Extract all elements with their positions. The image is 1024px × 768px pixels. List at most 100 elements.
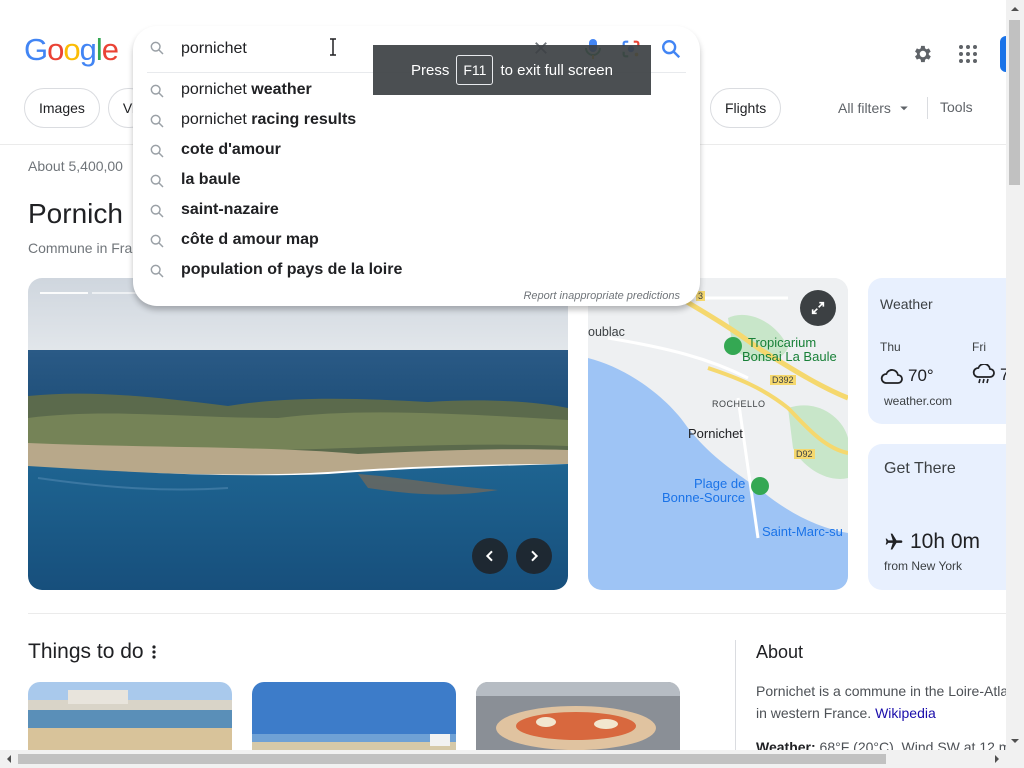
fullscreen-exit-toast: Press F11 to exit full screen	[373, 45, 651, 95]
suggestion-bold: la baule	[181, 171, 241, 188]
get-there-origin: from New York	[884, 559, 963, 573]
suggestion-text: cote d'amour	[181, 141, 281, 159]
search-icon	[150, 41, 164, 55]
vertical-scroll-thumb[interactable]	[1009, 20, 1020, 185]
map-label: Bonne-Source	[662, 490, 746, 505]
suggestion-item[interactable]: cote d'amour	[133, 135, 700, 165]
suggestion-text: population of pays de la loire	[181, 261, 402, 279]
search-icon	[150, 114, 164, 128]
chevron-right-icon	[531, 550, 539, 562]
google-logo[interactable]: Google	[24, 32, 119, 68]
map-road-label: D392	[770, 375, 796, 385]
suggestion-item[interactable]: saint-nazaire	[133, 195, 700, 225]
suggestion-item[interactable]: population of pays de la loire	[133, 255, 700, 285]
things-to-do-thumbnail[interactable]	[252, 682, 456, 754]
logo-letter: o	[47, 32, 64, 67]
carousel-prev-button[interactable]	[472, 538, 508, 574]
search-submit-icon[interactable]	[660, 38, 682, 60]
wikipedia-link[interactable]: Wikipedia	[875, 705, 936, 721]
map-label: ROCHELLO	[712, 399, 766, 409]
seafood-platter-photo	[476, 682, 680, 754]
airplane-icon	[885, 533, 903, 550]
suggestion-item[interactable]: pornichet racing results	[133, 105, 700, 135]
carousel-next-button[interactable]	[516, 538, 552, 574]
report-predictions-link[interactable]: Report inappropriate predictions	[523, 290, 680, 302]
dropdown-arrow-icon	[900, 106, 908, 111]
result-count: About 5,400,00	[28, 158, 123, 174]
map-expand-button[interactable]	[800, 290, 836, 326]
chip-images[interactable]: Images	[24, 88, 100, 128]
horizontal-scroll-thumb[interactable]	[18, 754, 886, 764]
things-to-do-thumbnail[interactable]	[28, 682, 232, 754]
map-road-label: D92	[794, 449, 815, 459]
location-map[interactable]: oublac Tropicarium Bonsai La Baule ROCHE…	[588, 278, 848, 590]
text-cursor-icon	[330, 38, 336, 56]
map-label: Tropicarium	[748, 335, 817, 350]
search-icon	[150, 144, 164, 158]
suggestion-plain: pornichet	[181, 111, 252, 128]
section-divider	[28, 613, 1008, 614]
weather-title: Weather	[880, 296, 933, 312]
logo-letter: e	[101, 32, 119, 67]
map-label: Plage de	[694, 476, 746, 491]
rain-cloud-icon	[972, 364, 995, 384]
cloud-icon	[880, 369, 903, 384]
weather-day: Fri	[972, 340, 986, 354]
scroll-down-arrow-icon[interactable]	[1006, 734, 1024, 748]
suggestion-bold: population of pays de la loire	[181, 261, 403, 278]
flight-duration-value: 10h 0m	[910, 530, 981, 553]
flight-duration: 10h 0m	[884, 530, 980, 554]
map-label: Saint-Marc-su	[762, 524, 843, 539]
all-filters-button[interactable]: All filters	[838, 99, 913, 117]
chevron-left-icon	[485, 550, 493, 562]
chip-flights[interactable]: Flights	[710, 88, 782, 128]
apps-grid-icon[interactable]	[954, 40, 982, 68]
expand-icon	[811, 301, 825, 315]
divider	[927, 97, 928, 119]
search-icon	[150, 84, 164, 98]
suggestion-text: pornichet weather	[181, 81, 312, 99]
settings-gear-icon[interactable]	[908, 40, 936, 68]
suggestion-item[interactable]: la baule	[133, 165, 700, 195]
things-to-do-heading: Things to do	[28, 640, 160, 664]
all-filters-label: All filters	[838, 100, 891, 116]
about-line: Pornichet is a commune in the Loire-Atla	[756, 683, 1009, 699]
horizontal-scrollbar[interactable]	[0, 750, 1024, 768]
search-icon	[150, 174, 164, 188]
beach-photo	[252, 682, 456, 754]
map-label: Bonsai La Baule	[742, 349, 837, 364]
f11-keycap: F11	[456, 55, 494, 85]
weather-card[interactable]: Weather Thu Fri 70° 7 weather.com	[868, 278, 1024, 424]
logo-letter: o	[63, 32, 80, 67]
suggestion-item[interactable]: côte d amour map	[133, 225, 700, 255]
suggestion-bold: côte d amour map	[181, 231, 319, 248]
suggestion-text: saint-nazaire	[181, 201, 279, 219]
tools-button[interactable]: Tools	[940, 99, 973, 115]
weather-source: weather.com	[884, 394, 953, 408]
vertical-scrollbar[interactable]	[1006, 0, 1024, 750]
things-to-do-label: Things to do	[28, 640, 144, 663]
about-description: Pornichet is a commune in the Loire-Atla…	[756, 680, 1016, 724]
about-line: in western France. Wikipedia	[756, 702, 1016, 724]
suggestion-plain: pornichet	[181, 81, 252, 98]
weather-temp: 70°	[908, 366, 934, 385]
get-there-card[interactable]: Get There 10h 0m from New York	[868, 444, 1024, 590]
suggestion-text: pornichet racing results	[181, 111, 356, 129]
toast-text: to exit full screen	[500, 61, 613, 79]
things-to-do-thumbnail[interactable]	[476, 682, 680, 754]
about-divider	[735, 640, 736, 755]
map-label: oublac	[588, 325, 625, 339]
scroll-up-arrow-icon[interactable]	[1006, 2, 1024, 16]
hero-photo-carousel[interactable]	[28, 278, 568, 590]
suggestion-bold: weather	[251, 81, 312, 98]
scroll-right-arrow-icon[interactable]	[990, 750, 1004, 768]
search-input[interactable]: pornichet	[181, 40, 247, 58]
about-heading: About	[756, 642, 804, 662]
suggestion-bold: cote d'amour	[181, 141, 281, 158]
toast-text: Press	[411, 61, 450, 79]
entity-subtitle: Commune in Fra	[28, 240, 133, 256]
search-icon	[150, 264, 164, 278]
more-vert-icon[interactable]	[148, 643, 160, 661]
weather-forecast-fri: 7	[972, 364, 1009, 386]
scroll-left-arrow-icon[interactable]	[2, 750, 16, 768]
